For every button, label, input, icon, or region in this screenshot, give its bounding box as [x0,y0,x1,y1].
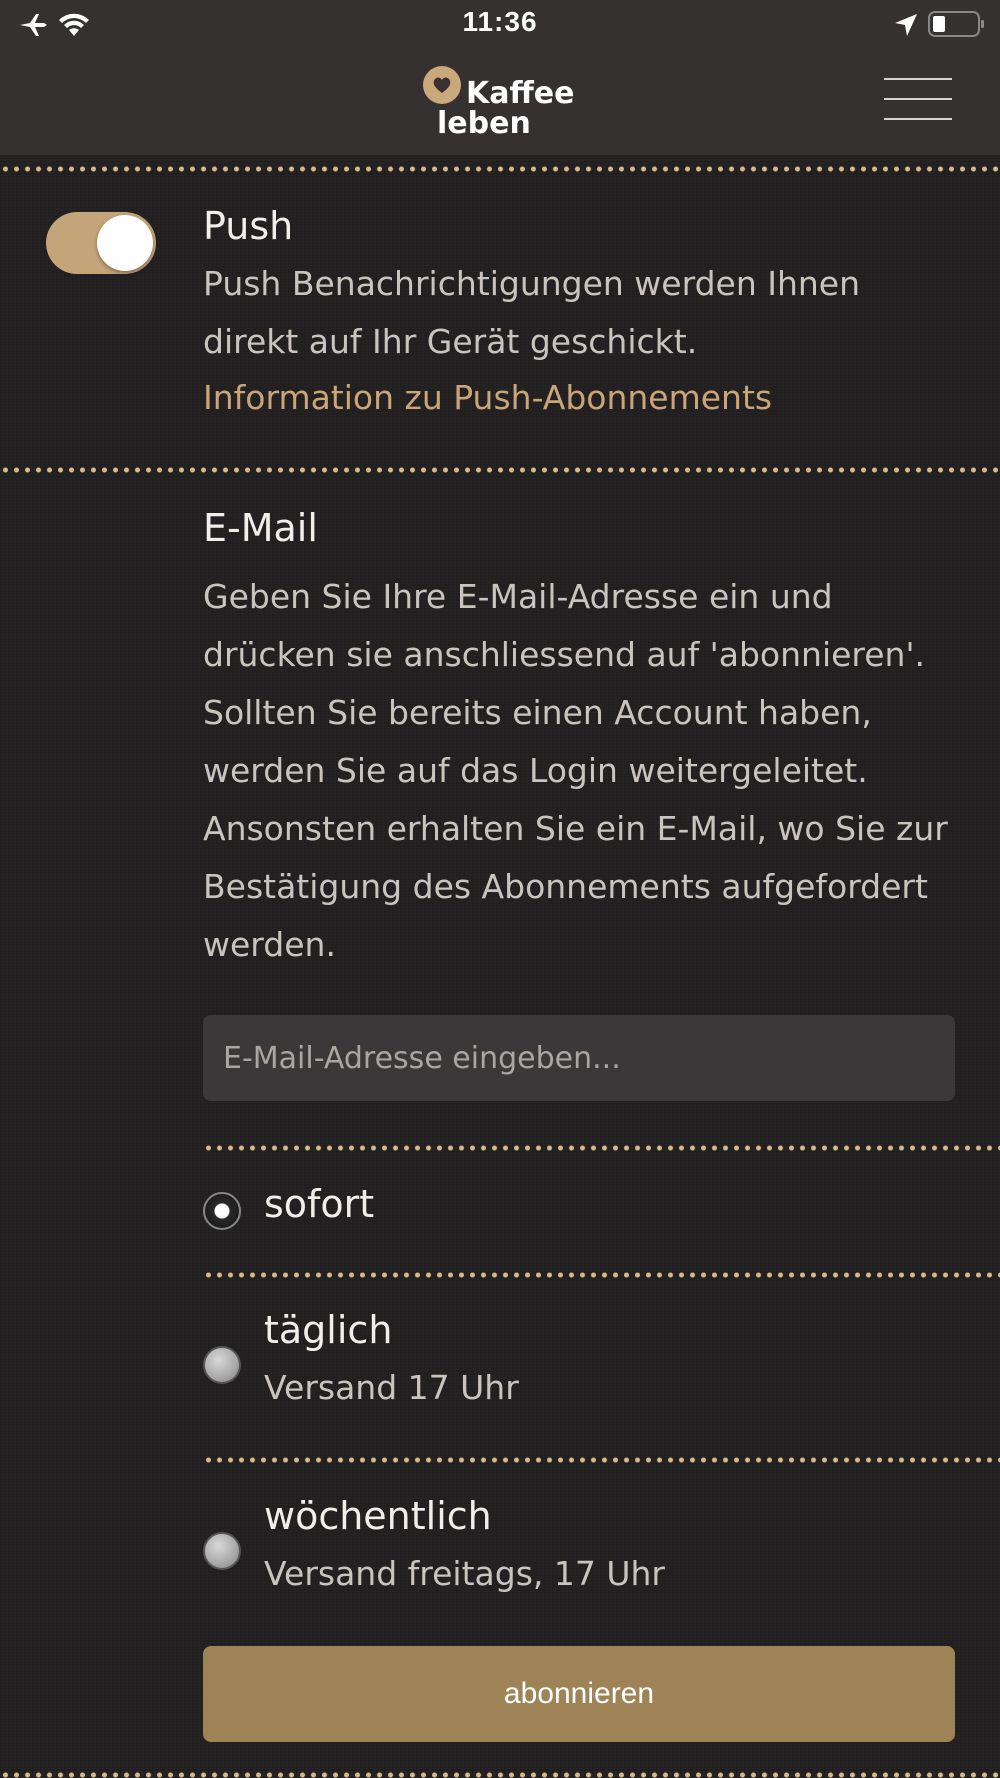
battery-icon [928,11,984,37]
divider [203,1145,1000,1151]
option-sub-woechentlich: Versand freitags, 17 Uhr [264,1554,665,1593]
divider [0,1772,1000,1778]
divider [203,1272,1000,1278]
divider [0,166,1000,172]
status-time: 11:36 [462,6,538,37]
logo-text-leben: leben [437,106,531,141]
option-label-sofort[interactable]: sofort [264,1182,374,1226]
divider [203,1457,1000,1463]
option-label-woechentlich[interactable]: wöchentlich [264,1494,492,1538]
kaffee-leben-logo[interactable]: Kaffee leben [423,66,583,146]
option-sub-taeglich: Versand 17 Uhr [264,1368,519,1407]
coffee-bean-icon [423,66,461,104]
push-toggle[interactable] [46,212,156,274]
radio-sofort[interactable] [203,1192,241,1230]
radio-taeglich[interactable] [203,1346,241,1384]
email-description: Geben Sie Ihre E-Mail-Adresse ein und dr… [203,577,948,964]
divider [0,467,1000,473]
subscribe-button[interactable]: abonnieren [203,1646,955,1742]
push-info-link[interactable]: Information zu Push-Abonnements [203,378,772,417]
option-label-taeglich[interactable]: täglich [264,1308,392,1352]
status-bar: 11:36 [0,0,1000,48]
push-title: Push [203,204,294,248]
push-description: Push Benachrichtigungen werden Ihnen dir… [203,264,861,361]
radio-woechentlich[interactable] [203,1532,241,1570]
email-input[interactable] [203,1015,955,1101]
hamburger-menu-icon[interactable] [884,78,952,122]
email-title: E-Mail [203,506,318,550]
location-arrow-icon [895,14,917,36]
app-header: Kaffee leben [0,48,1000,155]
toggle-knob [97,215,153,271]
